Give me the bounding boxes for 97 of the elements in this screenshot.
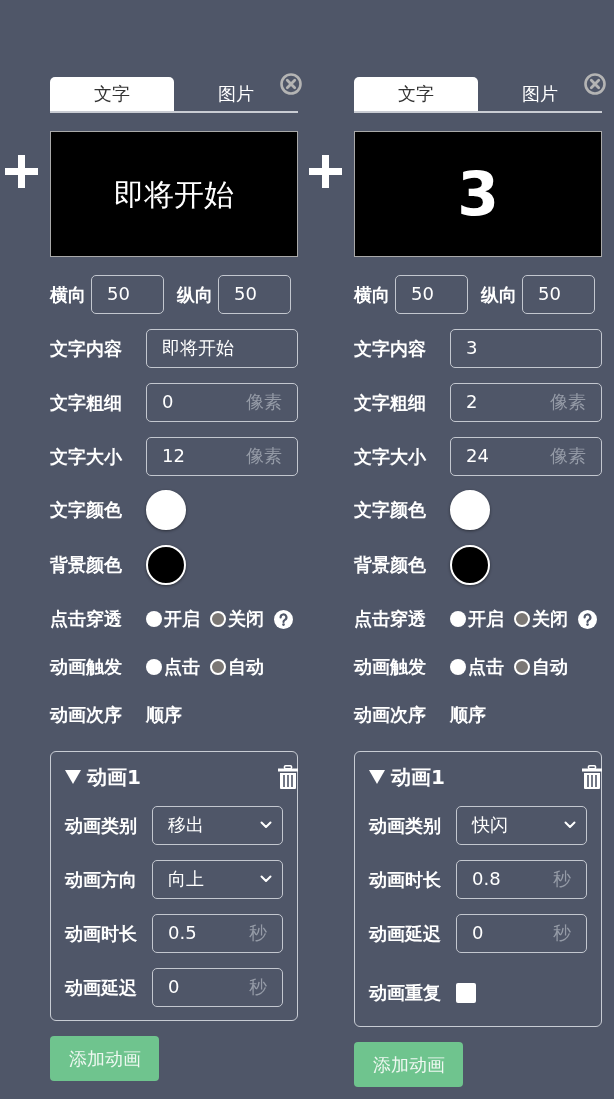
tab[interactable]: 文字 xyxy=(50,77,174,111)
unit-label: 秒 xyxy=(249,975,267,999)
color-swatch-icon[interactable] xyxy=(146,545,186,585)
field-label: 文字颜色 xyxy=(50,499,123,521)
field-label: 纵向 xyxy=(177,283,213,306)
color-swatch-icon[interactable] xyxy=(450,545,490,585)
color-swatch-icon[interactable] xyxy=(450,490,490,530)
field-label: 背景颜色 xyxy=(50,554,123,576)
field-label: 点击穿透 xyxy=(354,608,427,630)
field-label: 动画延迟 xyxy=(65,976,138,999)
field-label: 动画类别 xyxy=(65,814,138,837)
field-label: 文字内容 xyxy=(50,337,123,360)
number-field[interactable]: 50 xyxy=(91,275,164,314)
trash-icon[interactable] xyxy=(278,765,298,789)
text-field[interactable]: 2 像素 xyxy=(450,383,602,422)
field-label: 动画延迟 xyxy=(369,922,442,945)
number-field[interactable]: 0.5 秒 xyxy=(152,914,283,953)
field-label: 动画时长 xyxy=(369,868,442,891)
field-label: 动画次序 xyxy=(50,704,123,726)
field-label: 文字粗细 xyxy=(354,391,427,414)
unit-label: 秒 xyxy=(553,921,571,945)
number-field[interactable]: 0 秒 xyxy=(456,914,587,953)
triangle-icon[interactable] xyxy=(369,769,385,785)
field-label: 文字内容 xyxy=(354,337,427,360)
field-label: 动画触发 xyxy=(354,656,427,678)
trash-icon[interactable] xyxy=(582,765,602,789)
radio-icon[interactable] xyxy=(514,659,530,675)
radio-option[interactable]: 点击 xyxy=(450,656,504,678)
field-label: 动画类别 xyxy=(369,814,442,837)
unit-label: 像素 xyxy=(246,444,282,468)
radio-icon[interactable] xyxy=(450,659,466,675)
unit-label: 秒 xyxy=(553,867,571,891)
field-label: 文字粗细 xyxy=(50,391,123,414)
radio-option[interactable]: 自动 xyxy=(514,656,568,678)
collapse-toggle[interactable]: 动画1 xyxy=(369,765,445,789)
field-label: 动画方向 xyxy=(65,868,138,891)
preview-text: 即将开始 xyxy=(114,177,234,211)
field-label: 文字大小 xyxy=(354,445,427,468)
radio-icon[interactable] xyxy=(146,611,162,627)
tab[interactable]: 文字 xyxy=(354,77,478,111)
tab[interactable]: 图片 xyxy=(174,77,298,111)
help-icon[interactable] xyxy=(274,609,293,629)
field-label: 横向 xyxy=(354,283,390,306)
triangle-icon[interactable] xyxy=(65,769,81,785)
number-field[interactable]: 50 xyxy=(522,275,595,314)
text-field[interactable]: 12 像素 xyxy=(146,437,298,476)
dropdown[interactable]: 移出 xyxy=(152,806,283,845)
close-icon[interactable] xyxy=(584,73,606,95)
number-field[interactable]: 50 xyxy=(218,275,291,314)
unit-label: 秒 xyxy=(249,921,267,945)
radio-icon[interactable] xyxy=(514,611,530,627)
radio-option[interactable]: 关闭 xyxy=(514,608,568,630)
field-label: 动画触发 xyxy=(50,656,123,678)
text-field[interactable]: 3 xyxy=(450,329,602,368)
chevron-icon xyxy=(260,874,272,883)
unit-label: 像素 xyxy=(246,390,282,414)
radio-option[interactable]: 开启 xyxy=(146,608,200,630)
field-label: 点击穿透 xyxy=(50,608,123,630)
radio-option[interactable]: 点击 xyxy=(146,656,200,678)
radio-icon[interactable] xyxy=(210,659,226,675)
radio-option[interactable]: 关闭 xyxy=(210,608,264,630)
radio-icon[interactable] xyxy=(146,659,162,675)
plus-icon[interactable] xyxy=(5,155,38,188)
chevron-icon xyxy=(260,820,272,829)
chevron-icon xyxy=(564,820,576,829)
field-label: 文字大小 xyxy=(50,445,123,468)
color-swatch-icon[interactable] xyxy=(146,490,186,530)
radio-icon[interactable] xyxy=(450,611,466,627)
radio-icon[interactable] xyxy=(210,611,226,627)
field-label: 动画时长 xyxy=(65,922,138,945)
unit-label: 像素 xyxy=(550,444,586,468)
tab[interactable]: 图片 xyxy=(478,77,602,111)
number-field[interactable]: 50 xyxy=(395,275,468,314)
checkbox[interactable] xyxy=(456,983,476,1003)
field-label: 动画重复 xyxy=(369,982,442,1004)
number-field[interactable]: 0.8 秒 xyxy=(456,860,587,899)
plus-icon[interactable] xyxy=(309,155,342,188)
field-label: 文字颜色 xyxy=(354,499,427,521)
collapse-toggle[interactable]: 动画1 xyxy=(65,765,141,789)
radio-option[interactable]: 自动 xyxy=(210,656,264,678)
field-value: 顺序 xyxy=(450,704,486,726)
field-label: 背景颜色 xyxy=(354,554,427,576)
help-icon[interactable] xyxy=(578,609,597,629)
field-label: 动画次序 xyxy=(354,704,427,726)
field-label: 横向 xyxy=(50,283,86,306)
field-label: 纵向 xyxy=(481,283,517,306)
text-field[interactable]: 24 像素 xyxy=(450,437,602,476)
field-value: 顺序 xyxy=(146,704,182,726)
close-icon[interactable] xyxy=(280,73,302,95)
dropdown[interactable]: 向上 xyxy=(152,860,283,899)
number-field[interactable]: 0 秒 xyxy=(152,968,283,1007)
radio-option[interactable]: 开启 xyxy=(450,608,504,630)
unit-label: 像素 xyxy=(550,390,586,414)
text-field[interactable]: 即将开始 xyxy=(146,329,298,368)
dropdown[interactable]: 快闪 xyxy=(456,806,587,845)
preview-text: 3 xyxy=(457,161,499,227)
text-field[interactable]: 0 像素 xyxy=(146,383,298,422)
